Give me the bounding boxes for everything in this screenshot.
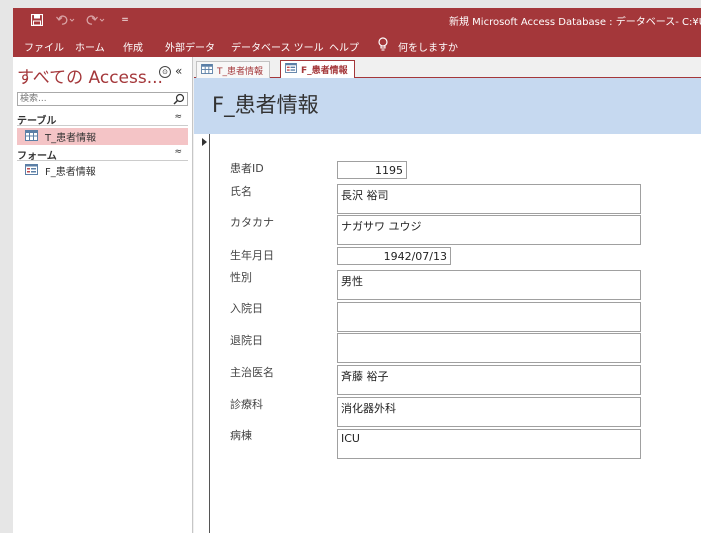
menu-external-data[interactable]: 外部データ xyxy=(165,39,215,54)
tab-t-patient-info[interactable]: T_患者情報 xyxy=(196,61,270,78)
tell-me-input[interactable]: 何をしますか xyxy=(398,39,458,54)
nav-group-label: テーブル xyxy=(17,116,57,127)
undo-icon[interactable] xyxy=(55,12,77,28)
department-field[interactable]: 消化器外科 xyxy=(337,397,641,427)
nav-menu-dropdown-icon[interactable]: ⊙ xyxy=(159,66,171,78)
tab-label: T_患者情報 xyxy=(217,66,263,77)
table-icon xyxy=(201,63,213,77)
ward-field[interactable]: ICU xyxy=(337,429,641,459)
menu-help[interactable]: ヘルプ xyxy=(329,39,359,54)
title-bar: = 新規 Microsoft Access Database : データベース-… xyxy=(13,8,701,32)
discharge-date-field[interactable] xyxy=(337,333,641,363)
search-icon[interactable] xyxy=(173,93,185,105)
navigation-pane: すべての Access... ⊙ « テーブル ≈ T_患者情報 フォーム ≈ … xyxy=(13,57,193,533)
label-name: 氏名 xyxy=(230,185,252,198)
collapse-icon[interactable]: ≈ xyxy=(174,147,182,157)
document-area: T_患者情報 F_患者情報 F_患者情報 患者ID 1195 氏名 長沢 裕司 … xyxy=(194,57,701,533)
admission-date-field[interactable] xyxy=(337,302,641,332)
birthdate-field[interactable]: 1942/07/13 xyxy=(337,247,451,265)
current-record-arrow-icon xyxy=(202,138,207,146)
label-sex: 性別 xyxy=(230,271,252,284)
record-selector[interactable] xyxy=(202,134,210,533)
patient-id-field[interactable]: 1195 xyxy=(337,161,407,179)
katakana-field[interactable]: ナガサワ ユウジ xyxy=(337,215,641,245)
label-admission-date: 入院日 xyxy=(230,302,263,315)
document-tabs: T_患者情報 F_患者情報 xyxy=(194,57,701,78)
tab-label: F_患者情報 xyxy=(301,66,348,76)
nav-item-label: T_患者情報 xyxy=(45,133,97,144)
table-icon xyxy=(25,129,38,144)
nav-group-label: フォーム xyxy=(17,151,57,162)
name-field[interactable]: 長沢 裕司 xyxy=(337,184,641,214)
nav-item-t-patient-info[interactable]: T_患者情報 xyxy=(17,128,188,145)
attending-physician-field[interactable]: 斉藤 裕子 xyxy=(337,365,641,395)
tab-f-patient-info[interactable]: F_患者情報 xyxy=(280,60,355,78)
redo-icon[interactable] xyxy=(85,12,107,28)
collapse-icon[interactable]: ≈ xyxy=(174,112,182,122)
label-department: 診療科 xyxy=(230,398,263,411)
menu-create[interactable]: 作成 xyxy=(123,39,143,54)
access-window: = 新規 Microsoft Access Database : データベース-… xyxy=(13,8,701,533)
nav-item-label: F_患者情報 xyxy=(45,167,96,178)
label-birthdate: 生年月日 xyxy=(230,249,274,262)
nav-search-input[interactable] xyxy=(17,92,188,106)
sex-field[interactable]: 男性 xyxy=(337,270,641,300)
label-patient-id: 患者ID xyxy=(230,162,264,175)
ribbon-tabs: ファイル ホーム 作成 外部データ データベース ツール ヘルプ 何をしますか xyxy=(13,32,701,57)
save-icon[interactable] xyxy=(29,12,45,28)
nav-group-tables[interactable]: テーブル ≈ xyxy=(17,112,188,127)
nav-shutter-icon[interactable]: « xyxy=(175,64,182,78)
form-icon xyxy=(285,63,297,76)
form-icon xyxy=(25,163,38,178)
menu-database-tools[interactable]: データベース ツール xyxy=(231,39,324,54)
label-attending-physician: 主治医名 xyxy=(230,366,274,379)
label-ward: 病棟 xyxy=(230,429,252,442)
menu-home[interactable]: ホーム xyxy=(75,39,105,54)
window-title: 新規 Microsoft Access Database : データベース- C… xyxy=(449,17,701,28)
customize-qat-button[interactable]: = xyxy=(118,12,132,28)
nav-item-f-patient-info[interactable]: F_患者情報 xyxy=(17,162,188,179)
form-header: F_患者情報 xyxy=(194,78,701,134)
label-katakana: カタカナ xyxy=(230,216,274,229)
nav-pane-title[interactable]: すべての Access... xyxy=(17,63,163,88)
lightbulb-icon xyxy=(377,37,389,51)
form-title: F_患者情報 xyxy=(212,93,319,117)
menu-file[interactable]: ファイル xyxy=(24,39,64,54)
label-discharge-date: 退院日 xyxy=(230,334,263,347)
nav-group-forms[interactable]: フォーム ≈ xyxy=(17,147,188,162)
